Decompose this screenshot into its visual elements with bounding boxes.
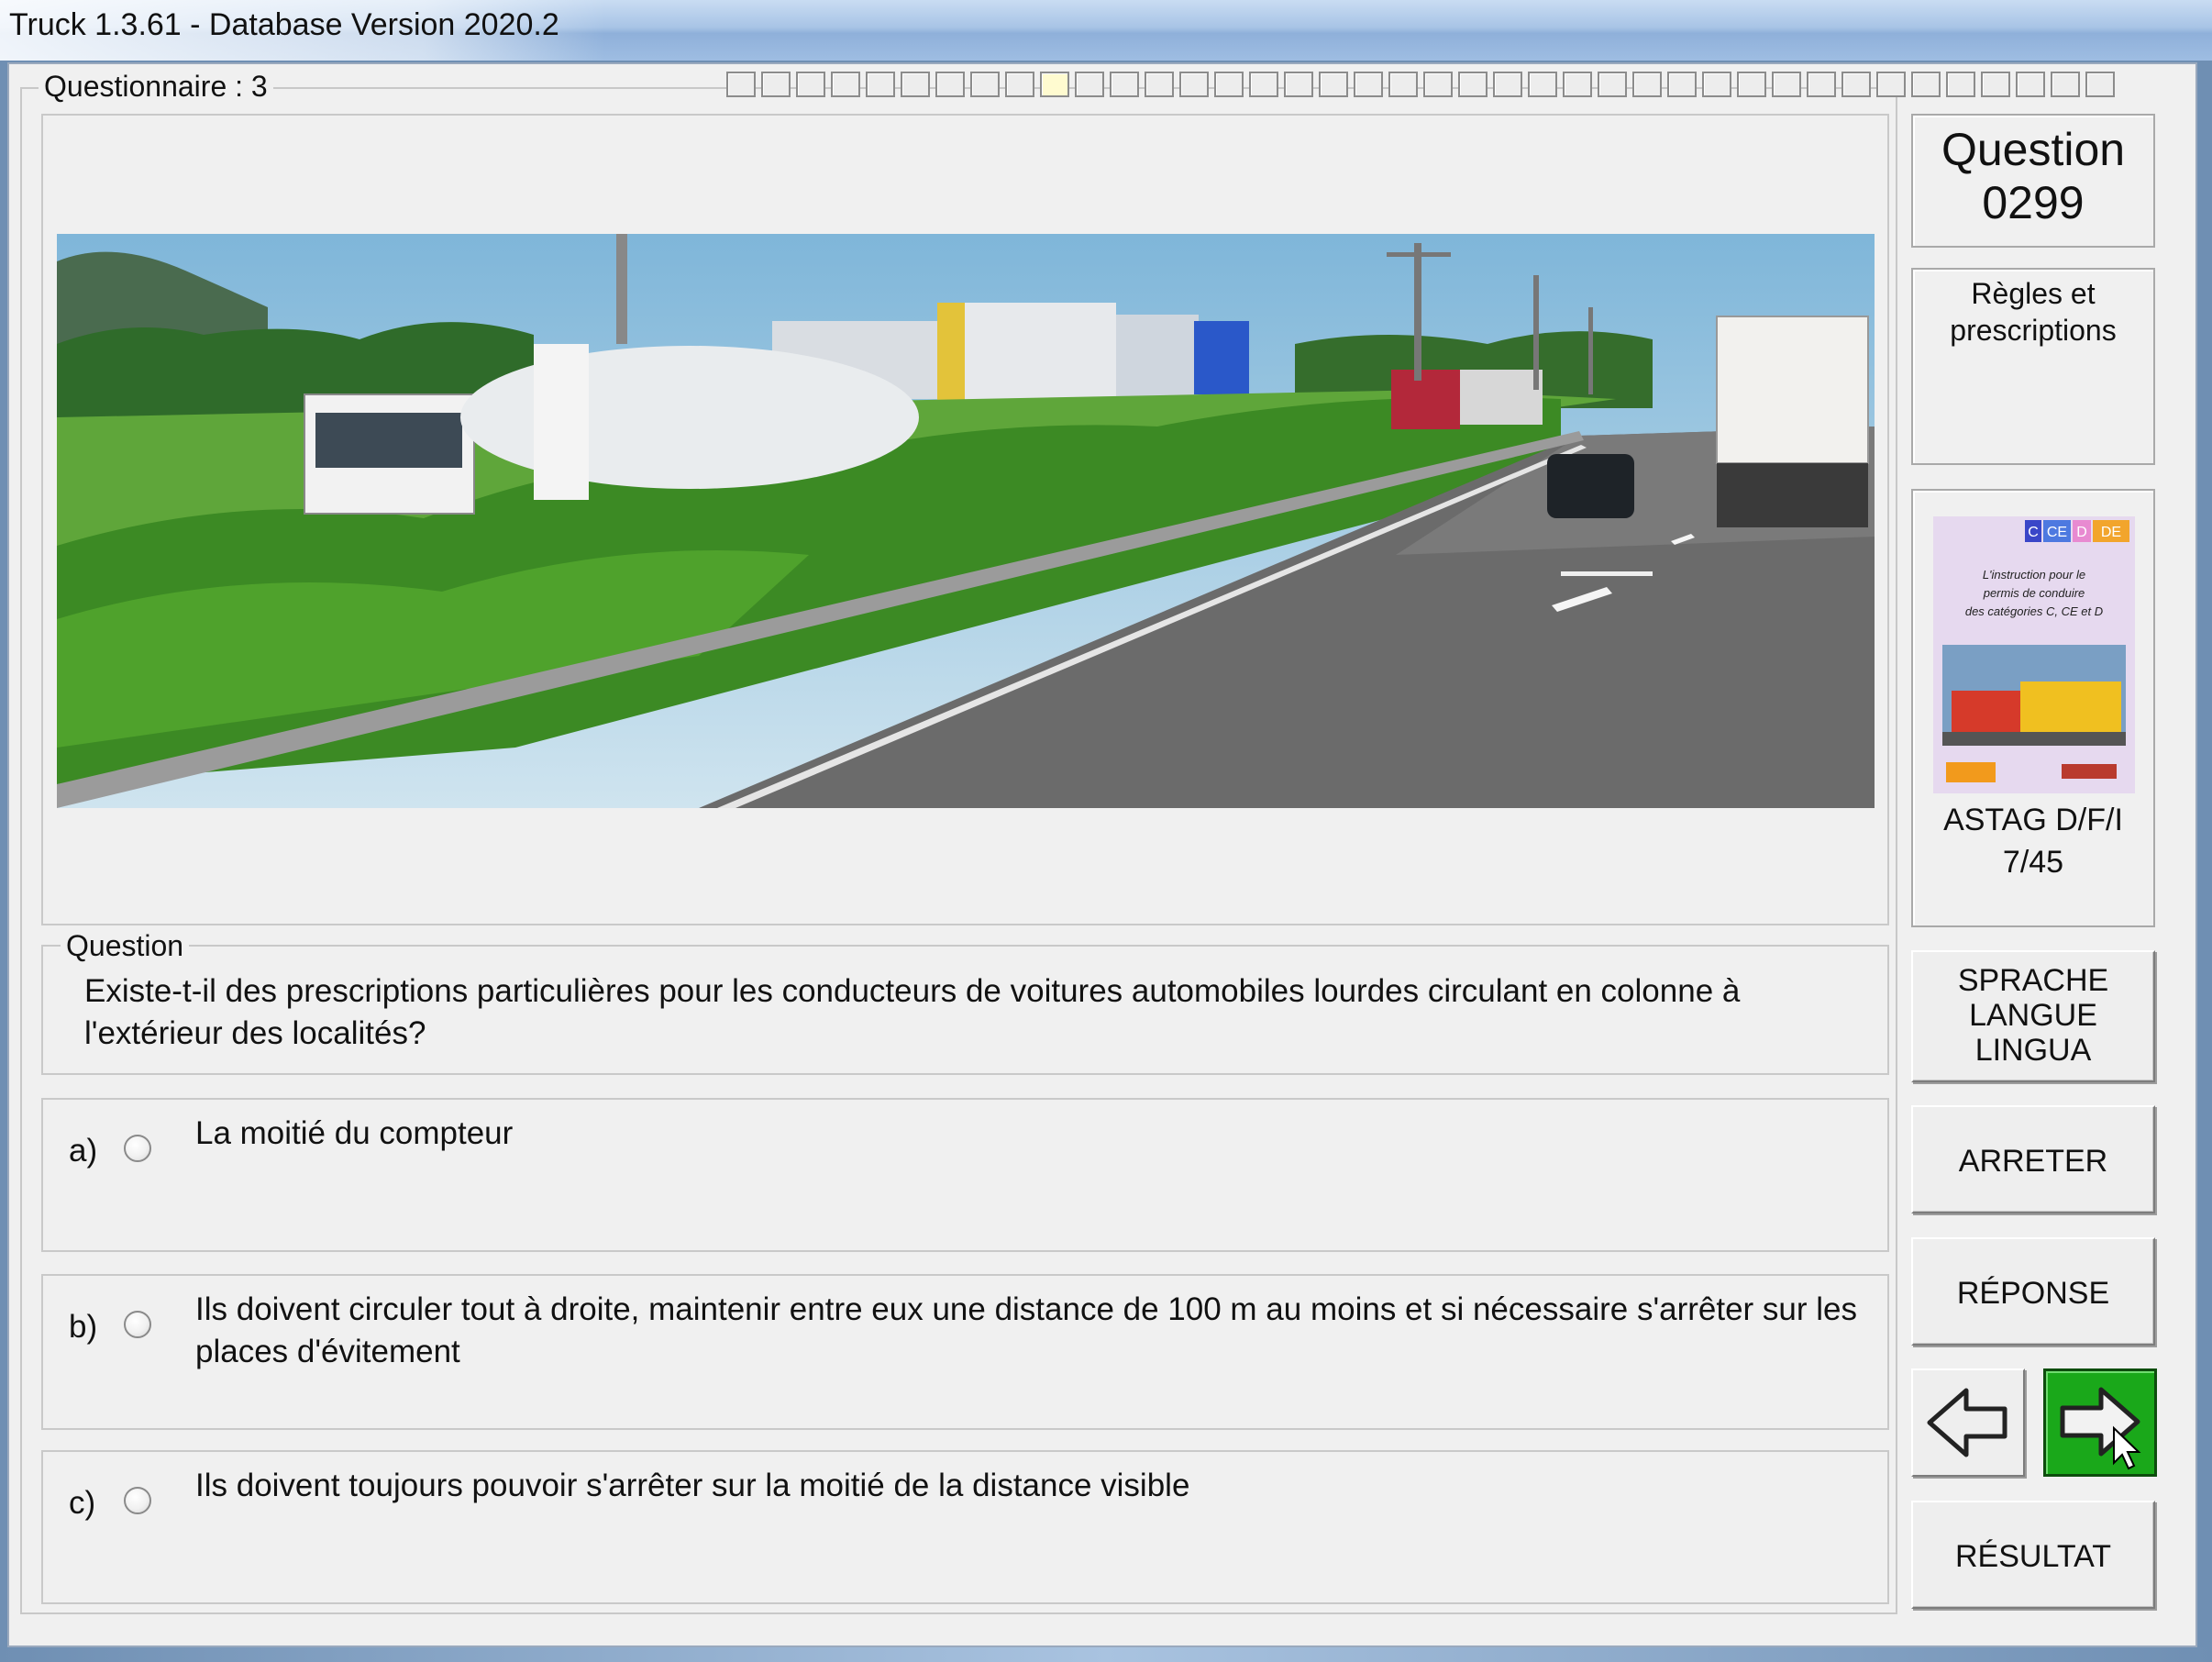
progress-cell bbox=[901, 72, 930, 97]
progress-cell bbox=[1807, 72, 1836, 97]
progress-cell bbox=[1319, 72, 1348, 97]
answer-a[interactable]: a) La moitié du compteur bbox=[41, 1098, 1889, 1252]
language-label-de: SPRACHE bbox=[1957, 963, 2109, 998]
question-number-box: Question 0299 bbox=[1911, 114, 2155, 248]
progress-cell bbox=[935, 72, 965, 97]
question-group-label: Question bbox=[61, 929, 190, 963]
progress-cell bbox=[1284, 72, 1313, 97]
progress-cell bbox=[1423, 72, 1453, 97]
progress-cell bbox=[1110, 72, 1139, 97]
progress-cell bbox=[1145, 72, 1174, 97]
previous-question-button[interactable] bbox=[1911, 1368, 2025, 1477]
reference-book-box: C CE D DE L'instruction pour le permis d… bbox=[1911, 489, 2155, 927]
progress-cell bbox=[1911, 72, 1941, 97]
result-button[interactable]: RÉSULTAT bbox=[1911, 1501, 2155, 1609]
question-progress-bar bbox=[726, 72, 2115, 97]
answer-letter: c) bbox=[69, 1485, 96, 1521]
answer-c[interactable]: c) Ils doivent toujours pouvoir s'arrête… bbox=[41, 1450, 1889, 1604]
book-badge-c: C bbox=[2028, 525, 2039, 540]
progress-cell bbox=[1075, 72, 1104, 97]
title-bar: Truck 1.3.61 - Database Version 2020.2 bbox=[0, 0, 2212, 61]
progress-cell bbox=[1841, 72, 1871, 97]
answer-b-radio[interactable] bbox=[124, 1311, 151, 1338]
answer-a-radio[interactable] bbox=[124, 1135, 151, 1162]
arrow-left-icon bbox=[1927, 1388, 2007, 1457]
progress-cell bbox=[796, 72, 825, 97]
progress-cell bbox=[866, 72, 895, 97]
book-caption-1: ASTAG D/F/I bbox=[1943, 803, 2123, 837]
progress-cell bbox=[2051, 72, 2080, 97]
book-badge-de: DE bbox=[2101, 525, 2121, 540]
progress-cell bbox=[1249, 72, 1278, 97]
answer-text: La moitié du compteur bbox=[195, 1115, 514, 1151]
arrow-right-icon bbox=[2060, 1387, 2141, 1470]
language-label-it: LINGUA bbox=[1974, 1033, 2092, 1068]
category-line-1: Règles et bbox=[1971, 277, 2096, 310]
book-badge-ce: CE bbox=[2047, 525, 2067, 540]
next-question-button[interactable] bbox=[2043, 1368, 2157, 1477]
progress-cell bbox=[970, 72, 1000, 97]
progress-cell bbox=[1632, 72, 1662, 97]
book-text-2: permis de conduire bbox=[1983, 586, 2085, 600]
questionnaire-label: Questionnaire : 3 bbox=[39, 70, 273, 104]
progress-cell bbox=[1667, 72, 1697, 97]
language-label-fr: LANGUE bbox=[1969, 998, 2097, 1033]
progress-cell bbox=[1598, 72, 1627, 97]
question-text: Existe-t-il des prescriptions particuliè… bbox=[84, 973, 1741, 1051]
window-title: Truck 1.3.61 - Database Version 2020.2 bbox=[9, 7, 559, 42]
progress-cell bbox=[1772, 72, 1801, 97]
answer-button[interactable]: RÉPONSE bbox=[1911, 1237, 2155, 1346]
progress-cell bbox=[1005, 72, 1034, 97]
progress-cell bbox=[1702, 72, 1731, 97]
progress-cell bbox=[1528, 72, 1557, 97]
progress-cell bbox=[831, 72, 860, 97]
book-caption-2: 7/45 bbox=[2002, 845, 2064, 880]
progress-cell bbox=[726, 72, 756, 97]
progress-cell bbox=[761, 72, 791, 97]
progress-cell bbox=[2016, 72, 2045, 97]
book-text-3: des catégories C, CE et D bbox=[1965, 604, 2103, 618]
progress-cell bbox=[1563, 72, 1592, 97]
taskbar-edge bbox=[0, 1647, 2212, 1662]
progress-cell bbox=[1876, 72, 1906, 97]
progress-cell bbox=[1388, 72, 1418, 97]
book-cover-image: C CE D DE L'instruction pour le permis d… bbox=[1933, 516, 2135, 793]
book-text-1: L'instruction pour le bbox=[1983, 568, 2085, 582]
answer-text: Ils doivent circuler tout à droite, main… bbox=[195, 1291, 1858, 1369]
answer-c-radio[interactable] bbox=[124, 1487, 151, 1514]
progress-cell bbox=[1040, 72, 1069, 97]
progress-cell bbox=[1946, 72, 1975, 97]
progress-cell bbox=[1981, 72, 2010, 97]
progress-cell bbox=[1737, 72, 1766, 97]
language-button[interactable]: SPRACHE LANGUE LINGUA bbox=[1911, 950, 2155, 1082]
question-category-box: Règles et prescriptions bbox=[1911, 268, 2155, 465]
question-photo bbox=[57, 234, 1875, 808]
question-number-label: Question bbox=[1941, 124, 2126, 175]
progress-cell bbox=[1354, 72, 1383, 97]
progress-cell bbox=[1458, 72, 1488, 97]
answer-letter: a) bbox=[69, 1133, 98, 1169]
category-line-2: prescriptions bbox=[1950, 314, 2117, 347]
answer-letter: b) bbox=[69, 1309, 98, 1345]
progress-cell bbox=[1214, 72, 1244, 97]
progress-cell bbox=[1179, 72, 1209, 97]
answer-b[interactable]: b) Ils doivent circuler tout à droite, m… bbox=[41, 1274, 1889, 1430]
stop-button[interactable]: ARRETER bbox=[1911, 1105, 2155, 1213]
progress-cell bbox=[1493, 72, 1522, 97]
book-badge-d: D bbox=[2076, 525, 2087, 540]
progress-cell bbox=[2085, 72, 2115, 97]
question-number: 0299 bbox=[1982, 177, 2085, 228]
answer-text: Ils doivent toujours pouvoir s'arrêter s… bbox=[195, 1468, 1190, 1503]
